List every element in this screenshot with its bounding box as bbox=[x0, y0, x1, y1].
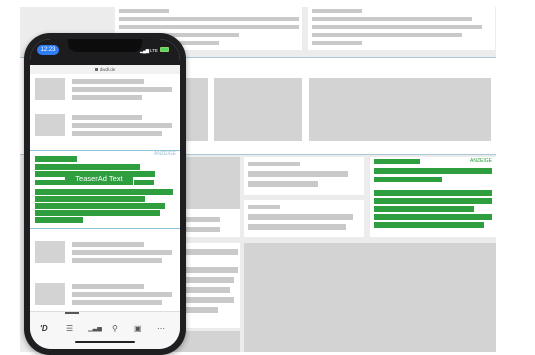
more-icon[interactable]: ⋯ bbox=[157, 324, 165, 333]
desktop-band-image bbox=[309, 78, 491, 141]
logo-tab[interactable]: 'D bbox=[40, 324, 48, 333]
teaser-ad-text: TeaserAd Text bbox=[65, 172, 133, 185]
network-label: LTE bbox=[150, 48, 158, 53]
desktop-ad-label: ANZEIGE bbox=[470, 158, 492, 164]
article-line bbox=[72, 250, 172, 255]
article-line bbox=[72, 87, 172, 92]
article-line bbox=[72, 242, 144, 247]
home-indicator bbox=[75, 341, 135, 343]
status-bar: 12:23 ▂▄▆ LTE bbox=[30, 39, 180, 65]
url-text: dwdl.de bbox=[99, 67, 116, 72]
article-thumbnail[interactable] bbox=[35, 241, 65, 263]
battery-icon bbox=[160, 47, 169, 52]
status-time: 12:23 bbox=[37, 45, 59, 55]
article-line bbox=[72, 115, 142, 120]
article-line bbox=[72, 79, 144, 84]
list-icon[interactable]: ☰ bbox=[66, 324, 73, 333]
desktop-card-mid-center-2 bbox=[244, 200, 364, 237]
address-bar[interactable]: dwdl.de bbox=[30, 65, 180, 74]
desktop-card-top-right bbox=[308, 7, 495, 50]
notch bbox=[68, 39, 142, 52]
article-line bbox=[72, 300, 162, 305]
article-thumbnail[interactable] bbox=[35, 283, 65, 305]
ad-label: ANZEIGE bbox=[154, 151, 176, 157]
article-line bbox=[72, 95, 142, 100]
phone-frame: 12:23 ▂▄▆ LTE dwdl.de ANZEIGE TeaserAd T… bbox=[24, 33, 186, 355]
active-tab-indicator bbox=[65, 312, 79, 314]
phone-screen: 12:23 ▂▄▆ LTE dwdl.de ANZEIGE TeaserAd T… bbox=[30, 39, 180, 349]
desktop-band-image bbox=[214, 78, 302, 141]
bottom-tab-bar: 'D ☰ ▁▃▅ ⚲ ▣ ⋯ bbox=[30, 311, 180, 349]
article-thumbnail[interactable] bbox=[35, 114, 65, 136]
article-line bbox=[72, 284, 144, 289]
desktop-large-image bbox=[244, 243, 496, 352]
article-thumbnail[interactable] bbox=[35, 78, 65, 100]
signal-icon: ▂▄▆ bbox=[140, 48, 149, 53]
article-line bbox=[72, 131, 162, 136]
ad-divider-bottom bbox=[30, 228, 180, 229]
briefcase-icon[interactable]: ▣ bbox=[134, 324, 142, 333]
search-icon[interactable]: ⚲ bbox=[112, 324, 118, 333]
desktop-ad-card: ANZEIGE bbox=[370, 157, 496, 237]
article-line bbox=[72, 292, 172, 297]
chart-icon[interactable]: ▁▃▅ bbox=[88, 325, 102, 334]
article-line bbox=[72, 123, 172, 128]
lock-icon bbox=[94, 68, 98, 72]
desktop-card-mid-center-1 bbox=[244, 157, 364, 195]
article-line bbox=[72, 258, 162, 263]
